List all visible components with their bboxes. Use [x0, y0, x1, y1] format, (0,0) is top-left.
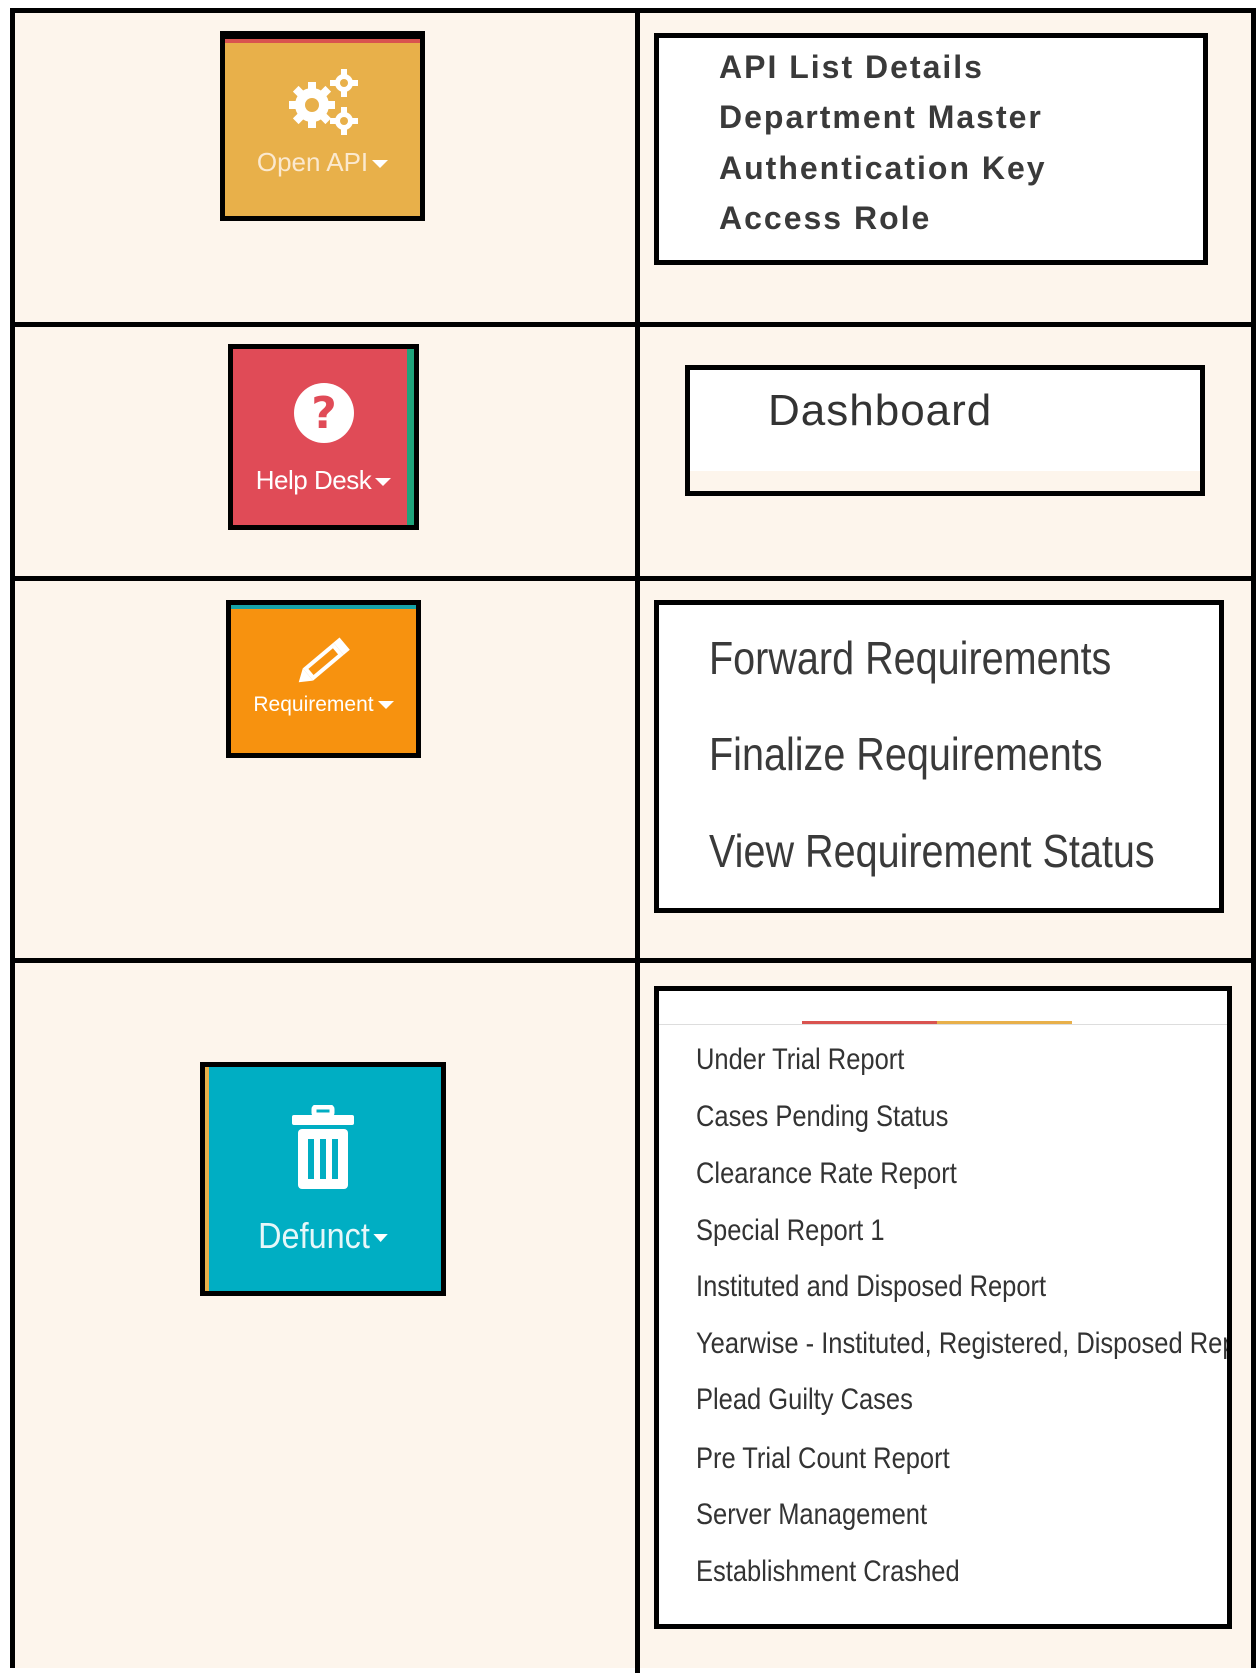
defunct-label: Defunct [258, 1215, 370, 1256]
menu-item-access-role[interactable]: Access Role [719, 200, 931, 237]
menu-item-server-management[interactable]: Server Management [696, 1498, 927, 1532]
menu-item-clearance-rate-report[interactable]: Clearance Rate Report [696, 1157, 957, 1191]
help-desk-menu-button[interactable]: ? Help Desk [228, 344, 419, 530]
menu-top-divider [659, 1024, 1227, 1025]
menu-item-special-report-1[interactable]: Special Report 1 [696, 1214, 885, 1248]
menu-item-pre-trial-count-report[interactable]: Pre Trial Count Report [696, 1442, 950, 1476]
row-divider [15, 576, 1256, 581]
column-divider [635, 13, 640, 1673]
row-divider [15, 958, 1256, 963]
help-desk-dropdown: Dashboard [685, 365, 1205, 496]
accent-stripe [937, 1021, 1072, 1024]
help-desk-label: Help Desk [255, 465, 372, 495]
open-api-dropdown: API List Details Department Master Authe… [654, 33, 1208, 265]
menu-item-establishment-crashed[interactable]: Establishment Crashed [696, 1555, 960, 1589]
menu-footer-band [690, 471, 1200, 491]
menu-item-finalize-requirements[interactable]: Finalize Requirements [709, 727, 1103, 781]
requirement-menu-button[interactable]: Requirement [226, 600, 421, 758]
menu-item-forward-requirements[interactable]: Forward Requirements [709, 631, 1111, 685]
menu-item-authentication-key[interactable]: Authentication Key [719, 150, 1047, 187]
question-circle-icon: ? [233, 381, 414, 450]
trash-icon [205, 1104, 441, 1196]
row-divider [15, 322, 1256, 327]
menu-item-cases-pending-status[interactable]: Cases Pending Status [696, 1100, 948, 1134]
accent-stripe [225, 39, 420, 43]
defunct-menu-button[interactable]: Defunct [200, 1062, 446, 1296]
accent-stripe [231, 605, 416, 609]
open-api-menu-button[interactable]: Open API [220, 31, 425, 221]
chevron-down-icon [372, 160, 389, 169]
requirement-label: Requirement [253, 693, 374, 716]
chevron-down-icon [375, 478, 392, 487]
chevron-down-icon [377, 701, 394, 710]
menu-item-yearwise-report[interactable]: Yearwise - Instituted, Registered, Dispo… [696, 1327, 1227, 1361]
menu-item-under-trial-report[interactable]: Under Trial Report [696, 1043, 904, 1077]
menu-item-plead-guilty-cases[interactable]: Plead Guilty Cases [696, 1383, 913, 1417]
menu-item-api-list-details[interactable]: API List Details [719, 49, 984, 86]
defunct-dropdown: Under Trial Report Cases Pending Status … [654, 986, 1232, 1629]
menu-item-view-requirement-status[interactable]: View Requirement Status [709, 824, 1155, 878]
requirement-dropdown: Forward Requirements Finalize Requiremen… [654, 600, 1224, 913]
accent-stripe [802, 1021, 937, 1024]
gears-icon [225, 61, 420, 146]
menu-item-dashboard[interactable]: Dashboard [768, 386, 992, 436]
pencil-icon [231, 631, 416, 696]
menu-item-instituted-disposed-report[interactable]: Instituted and Disposed Report [696, 1270, 1046, 1304]
menu-item-department-master[interactable]: Department Master [719, 99, 1043, 136]
open-api-label: Open API [256, 147, 369, 177]
svg-text:?: ? [311, 388, 337, 439]
chevron-down-icon [373, 1234, 388, 1243]
